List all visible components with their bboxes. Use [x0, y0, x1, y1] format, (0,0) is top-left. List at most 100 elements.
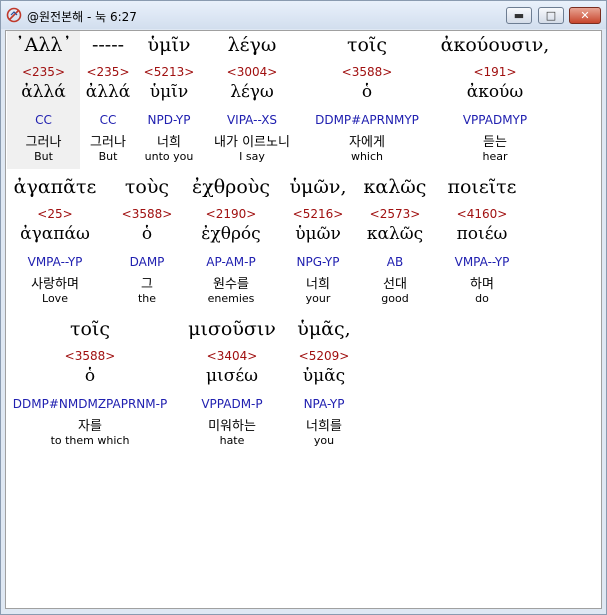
- parse-code[interactable]: NPA-YP: [286, 397, 362, 411]
- english-gloss: enemies: [207, 292, 255, 305]
- greek-word: ὑμῶν,: [289, 176, 347, 198]
- korean-gloss: 그러나: [90, 135, 126, 150]
- lemma: ἀγαπάω: [20, 224, 90, 244]
- greek-word: τοῖς: [346, 34, 388, 56]
- korean-gloss: 하며: [470, 277, 494, 292]
- parse-code[interactable]: NPG-YP: [282, 255, 354, 269]
- maximize-button[interactable]: □: [538, 7, 564, 24]
- english-gloss: to them which: [50, 434, 130, 447]
- title-bar[interactable]: @원전본해 - 눅 6:27 ▬ □ ✕: [1, 1, 606, 29]
- korean-gloss: 사랑하며: [31, 277, 79, 292]
- minimize-icon: ▬: [513, 9, 525, 22]
- word-cell[interactable]: καλῶς <2573> καλῶς AB 선대 good: [360, 173, 430, 311]
- parse-code[interactable]: NPD-YP: [132, 113, 206, 127]
- word-cell[interactable]: ----- <235> ἀλλά CC 그러나 But: [78, 31, 138, 169]
- korean-gloss: 선대: [383, 277, 407, 292]
- korean-gloss: 너희를: [306, 419, 342, 434]
- app-window: @원전본해 - 눅 6:27 ▬ □ ✕ ᾿Αλλ᾿ <235> ἀλλά CC…: [0, 0, 607, 615]
- word-cell[interactable]: μισοῦσιν <3404> μισέω VPPADM-P 미워하는 hate: [182, 315, 282, 453]
- bible-app-icon: [6, 7, 22, 23]
- strong-number[interactable]: <3588>: [110, 207, 184, 221]
- english-gloss: unto you: [144, 150, 194, 163]
- korean-gloss: 자에게: [349, 135, 385, 150]
- strong-number[interactable]: <2190>: [184, 207, 278, 221]
- strong-number[interactable]: <2573>: [360, 207, 430, 221]
- parse-code[interactable]: VPPADM-P: [182, 397, 282, 411]
- strong-number[interactable]: <3588>: [312, 65, 422, 79]
- word-cell[interactable]: ᾿Αλλ᾿ <235> ἀλλά CC 그러나 But: [7, 31, 80, 169]
- lemma: ἀλλά: [85, 82, 131, 102]
- word-cell[interactable]: τοὺς <3588> ὁ DAMP 그 the: [110, 173, 184, 311]
- english-gloss: do: [475, 292, 489, 305]
- word-cell[interactable]: λέγω <3004> λέγω VIPA--XS 내가 이르노니 I say: [202, 31, 302, 169]
- english-gloss: good: [381, 292, 409, 305]
- greek-word: ᾿Αλλ᾿: [15, 34, 72, 56]
- lemma: ἀκούω: [466, 82, 524, 102]
- lemma: ὑμῖν: [149, 82, 189, 102]
- greek-word: -----: [91, 34, 125, 56]
- lemma: ὁ: [361, 82, 373, 102]
- english-gloss: you: [313, 434, 335, 447]
- greek-word: ἐχθροὺς: [192, 176, 270, 198]
- korean-gloss: 듣는: [483, 135, 507, 150]
- parse-code[interactable]: VPPADMYP: [436, 113, 554, 127]
- word-cell[interactable]: τοῖς <3588> ὁ DDMP#APRNMYP 자에게 which: [312, 31, 422, 169]
- greek-word: ποιεῖτε: [447, 176, 517, 198]
- parse-code[interactable]: AB: [360, 255, 430, 269]
- parse-code[interactable]: AP-AM-P: [184, 255, 278, 269]
- parse-code[interactable]: VIPA--XS: [202, 113, 302, 127]
- close-icon: ✕: [580, 9, 590, 22]
- word-cell[interactable]: τοῖς <3588> ὁ DDMP#NMDMZPAPRNM-P 자를 to t…: [7, 315, 173, 453]
- lemma: ὑμῶν: [295, 224, 341, 244]
- word-cell[interactable]: ἐχθροὺς <2190> ἐχθρός AP-AM-P 원수를 enemie…: [184, 173, 278, 311]
- korean-gloss: 미워하는: [208, 419, 256, 434]
- strong-number[interactable]: <3004>: [202, 65, 302, 79]
- english-gloss: But: [34, 150, 53, 163]
- strong-number[interactable]: <5213>: [132, 65, 206, 79]
- greek-word: ἀκούουσιν,: [440, 34, 550, 56]
- strong-number[interactable]: <5209>: [286, 349, 362, 363]
- english-gloss: the: [137, 292, 157, 305]
- word-cell[interactable]: ὑμῶν, <5216> ὑμῶν NPG-YP 너희 your: [282, 173, 354, 311]
- korean-gloss: 너희: [306, 277, 330, 292]
- strong-number[interactable]: <191>: [436, 65, 554, 79]
- word-cell[interactable]: ποιεῖτε <4160> ποιέω VMPA--YP 하며 do: [436, 173, 528, 311]
- strong-number[interactable]: <235>: [78, 65, 138, 79]
- greek-word: τοῖς: [69, 318, 111, 340]
- strong-number[interactable]: <235>: [7, 65, 80, 79]
- korean-gloss: 원수를: [213, 277, 249, 292]
- parse-code[interactable]: VMPA--YP: [436, 255, 528, 269]
- word-cell[interactable]: ἀκούουσιν, <191> ἀκούω VPPADMYP 듣는 hear: [436, 31, 554, 169]
- lemma: λέγω: [230, 82, 274, 102]
- lemma: ἐχθρός: [201, 224, 261, 244]
- parse-code[interactable]: CC: [7, 113, 80, 127]
- strong-number[interactable]: <3404>: [182, 349, 282, 363]
- minimize-button[interactable]: ▬: [506, 7, 532, 24]
- english-gloss: But: [98, 150, 118, 163]
- word-cell[interactable]: ὑμῖν <5213> ὑμῖν NPD-YP 너희 unto you: [132, 31, 206, 169]
- parse-code[interactable]: CC: [78, 113, 138, 127]
- parse-code[interactable]: DDMP#NMDMZPAPRNM-P: [7, 397, 173, 411]
- lemma: ὁ: [84, 366, 96, 386]
- greek-word: καλῶς: [363, 176, 427, 198]
- word-cell[interactable]: ὑμᾶς, <5209> ὑμᾶς NPA-YP 너희를 you: [286, 315, 362, 453]
- word-cell[interactable]: ἀγαπᾶτε <25> ἀγαπάω VMPA--YP 사랑하며 Love: [7, 173, 103, 311]
- lemma: ὑμᾶς: [302, 366, 346, 386]
- strong-number[interactable]: <5216>: [282, 207, 354, 221]
- strong-number[interactable]: <4160>: [436, 207, 528, 221]
- lemma: ποιέω: [456, 224, 508, 244]
- close-button[interactable]: ✕: [569, 7, 601, 24]
- strong-number[interactable]: <3588>: [7, 349, 173, 363]
- parse-code[interactable]: DAMP: [110, 255, 184, 269]
- lemma: καλῶς: [366, 224, 424, 244]
- lemma: μισέω: [206, 366, 258, 386]
- parse-code[interactable]: DDMP#APRNMYP: [312, 113, 422, 127]
- english-gloss: hate: [219, 434, 245, 447]
- korean-gloss: 내가 이르노니: [214, 135, 290, 150]
- lemma: ὁ: [141, 224, 153, 244]
- english-gloss: I say: [239, 150, 265, 163]
- greek-word: λέγω: [227, 34, 277, 56]
- strong-number[interactable]: <25>: [7, 207, 103, 221]
- interlinear-view: ᾿Αλλ᾿ <235> ἀλλά CC 그러나 But ----- <235> …: [5, 30, 602, 609]
- parse-code[interactable]: VMPA--YP: [7, 255, 103, 269]
